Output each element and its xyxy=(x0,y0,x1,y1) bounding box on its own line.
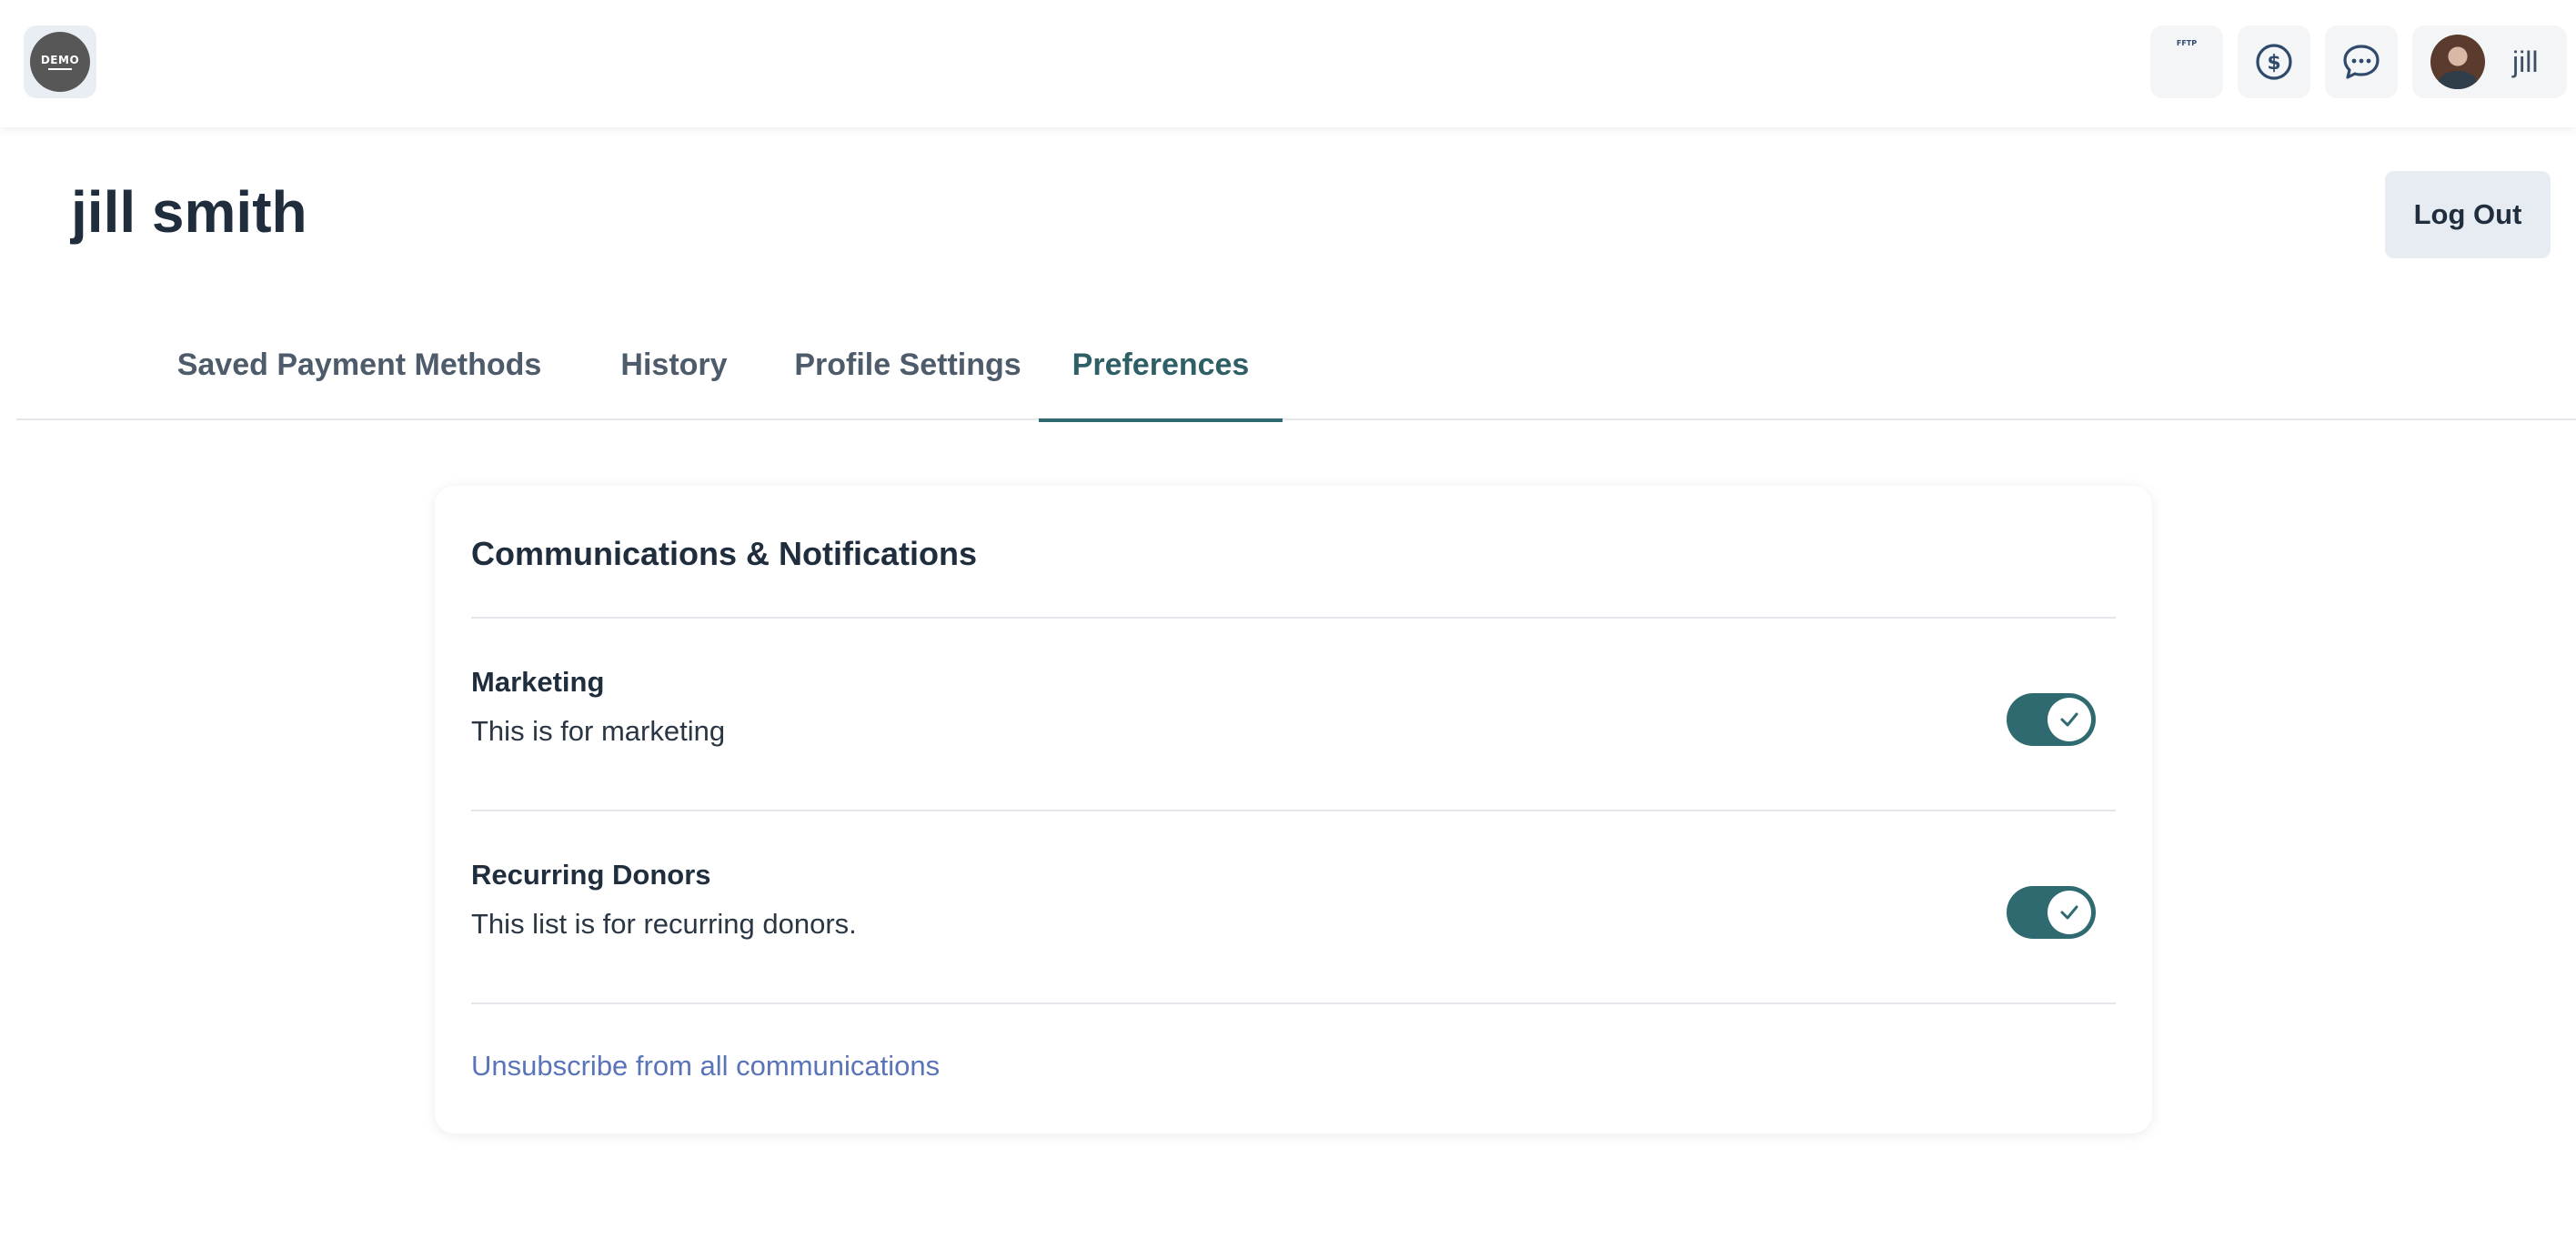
toggle-knob xyxy=(2048,698,2091,741)
recurring-donors-toggle[interactable] xyxy=(2007,886,2096,939)
preference-description: This list is for recurring donors. xyxy=(471,908,857,940)
dollar-circle-icon: $ xyxy=(2256,44,2292,80)
top-bar: DEMO FFTP $ jill xyxy=(0,0,2576,127)
donate-button[interactable]: $ xyxy=(2238,25,2310,98)
user-menu-button[interactable]: jill xyxy=(2412,25,2567,98)
logo-text: DEMO xyxy=(40,54,80,66)
divider xyxy=(471,810,2116,811)
avatar xyxy=(2430,35,2485,89)
account-tabs: Saved Payment Methods History Profile Se… xyxy=(16,309,2576,422)
tab-profile-settings[interactable]: Profile Settings xyxy=(780,309,1035,420)
logo-underline xyxy=(48,68,72,70)
card-title: Communications & Notifications xyxy=(471,535,978,572)
unsubscribe-all-link[interactable]: Unsubscribe from all communications xyxy=(471,1050,940,1083)
preference-item-marketing: Marketing This is for marketing xyxy=(471,666,2116,802)
preference-item-recurring-donors: Recurring Donors This list is for recurr… xyxy=(471,859,2116,995)
chat-bubble-icon xyxy=(2343,45,2380,79)
tab-history[interactable]: History xyxy=(589,309,759,420)
preferences-card: Communications & Notifications Marketing… xyxy=(435,486,2152,1133)
org-logo-button[interactable]: DEMO xyxy=(24,25,96,98)
toggle-knob xyxy=(2048,891,2091,934)
tab-saved-payment-methods[interactable]: Saved Payment Methods xyxy=(162,309,557,420)
brand-logo: FFTP xyxy=(2176,39,2198,47)
preference-name: Recurring Donors xyxy=(471,859,711,891)
svg-text:$: $ xyxy=(2267,52,2280,75)
logout-button[interactable]: Log Out xyxy=(2385,171,2551,258)
divider xyxy=(471,1002,2116,1004)
check-icon xyxy=(2060,712,2078,727)
check-icon xyxy=(2060,905,2078,920)
divider xyxy=(471,617,2116,619)
messages-button[interactable] xyxy=(2325,25,2398,98)
tab-preferences[interactable]: Preferences xyxy=(1039,309,1283,422)
brand-logo-button[interactable]: FFTP xyxy=(2150,25,2223,98)
org-logo: DEMO xyxy=(30,32,90,92)
marketing-toggle[interactable] xyxy=(2007,693,2096,746)
user-name: jill xyxy=(2512,45,2539,78)
preference-description: This is for marketing xyxy=(471,715,726,747)
preference-name: Marketing xyxy=(471,666,605,698)
page-title: jill smith xyxy=(71,179,307,245)
